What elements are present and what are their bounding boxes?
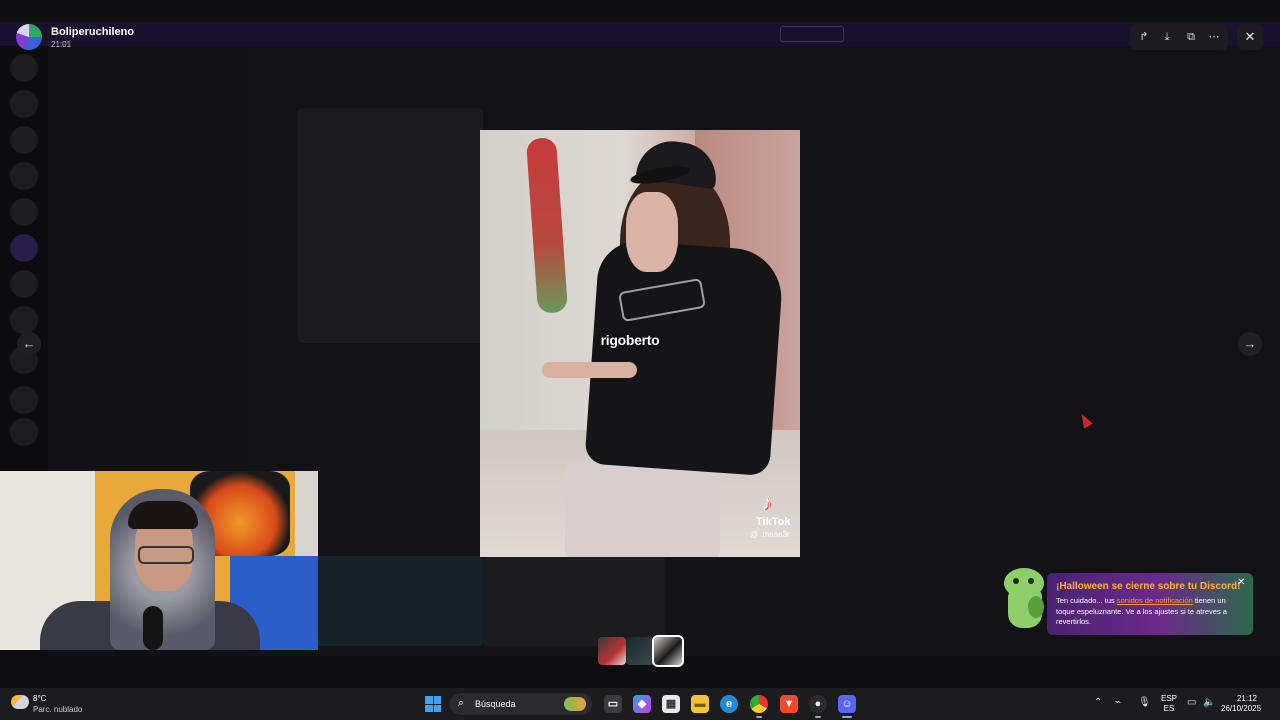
volume-icon[interactable]: 🔈 (1203, 697, 1215, 708)
weather-temperature[interactable]: 8°C (33, 694, 46, 703)
language-indicator[interactable]: ESP ES (1161, 694, 1177, 714)
more-icon[interactable]: ⋯ (1204, 27, 1224, 47)
search-icon: ⌕ (458, 697, 465, 709)
avatar[interactable] (16, 24, 42, 50)
clock-date: 26/10/2025 (1221, 704, 1262, 713)
clock-time: 21:12 (1236, 694, 1257, 703)
task-view-icon[interactable]: ▭ (604, 695, 622, 713)
close-icon[interactable]: ✕ (1237, 577, 1245, 588)
tiktok-brand: TikTok (756, 516, 791, 528)
notification-title: ¡Halloween se cierne sobre tu Discord! (1056, 581, 1241, 592)
network-icon[interactable]: ⌁ (1115, 697, 1121, 708)
discord-icon[interactable]: ☺ (838, 695, 856, 713)
keyboard-layout: ES (1163, 704, 1175, 713)
halloween-notification[interactable]: ¡Halloween se cierne sobre tu Discord! T… (1047, 573, 1253, 635)
open-external-icon[interactable]: ⧉ (1181, 27, 1201, 47)
store-icon[interactable]: ▦ (662, 695, 680, 713)
search-box[interactable]: ⌕ Búsqueda (450, 693, 592, 715)
person-shirt (584, 238, 785, 477)
person-pants (565, 460, 720, 557)
edge-icon[interactable]: e (720, 695, 738, 713)
window-titlebar (0, 0, 1280, 22)
chevron-up-icon[interactable]: ⌃ (1094, 697, 1102, 708)
webcam-feed (0, 471, 318, 650)
viewer-header: Boliperuchileno 21:01 ↱ ⤓ ⧉ ⋯ ✕ (0, 20, 1280, 56)
obs-icon[interactable]: ● (809, 695, 827, 713)
chat-image (298, 108, 483, 343)
search-highlight-icon (564, 697, 586, 711)
forward-icon[interactable]: ↱ (1134, 27, 1154, 47)
author-name[interactable]: Boliperuchileno (51, 26, 134, 38)
windows-taskbar: 8°C Parc. nublado ⌕ Búsqueda ▭ ◆ ▦ ▬ e ▼… (0, 688, 1280, 720)
copilot-icon[interactable]: ◆ (633, 695, 651, 713)
download-icon[interactable]: ⤓ (1157, 27, 1177, 47)
chat-image (298, 556, 483, 646)
next-arrow-icon[interactable]: → (1238, 332, 1262, 356)
file-explorer-icon[interactable]: ▬ (691, 695, 709, 713)
chrome-icon[interactable] (750, 695, 768, 713)
media-toolbar: ↱ ⤓ ⧉ ⋯ (1130, 24, 1228, 50)
video-caption: rigoberto (600, 332, 660, 348)
microphone (143, 606, 163, 650)
person-face (626, 192, 678, 272)
tiktok-icon: ♪ (762, 492, 772, 514)
running-indicator (815, 716, 821, 718)
thumbnail[interactable] (598, 637, 626, 665)
search-placeholder: Búsqueda (475, 699, 516, 709)
clock[interactable]: 21:12 26/10/2025 (1221, 694, 1262, 714)
notification-body: Ten cuidado... tus sonidos de notificaci… (1056, 596, 1246, 628)
weather-icon[interactable] (11, 695, 29, 709)
message-timestamp: 21:01 (51, 40, 72, 49)
active-indicator (842, 716, 852, 718)
previous-arrow-icon[interactable]: ← (17, 332, 41, 356)
tiktok-handle: @ .maaa3r (750, 530, 790, 539)
monitor-icon[interactable]: ▭ (1187, 697, 1196, 708)
mascot-icon (998, 566, 1054, 634)
language-code: ESP (1161, 694, 1178, 703)
windows-start-icon[interactable] (425, 696, 441, 712)
weather-description[interactable]: Parc. nublado (33, 705, 82, 714)
chat-image (483, 556, 665, 646)
brave-icon[interactable]: ▼ (780, 695, 798, 713)
thumbnail-selected[interactable] (652, 635, 684, 667)
person-arm (542, 362, 637, 378)
hoverboard-decor (525, 137, 569, 314)
mic-icon[interactable]: 🎙 (1138, 697, 1151, 708)
notification-settings-link[interactable]: sonidos de notificación (1117, 596, 1193, 605)
thumbnail[interactable] (626, 637, 654, 665)
close-icon[interactable]: ✕ (1237, 24, 1263, 50)
running-indicator (756, 716, 762, 718)
media-image[interactable]: rigoberto ♪ TikTok @ .maaa3r (480, 130, 800, 557)
notification-text: Ten cuidado... tus (1056, 596, 1117, 605)
